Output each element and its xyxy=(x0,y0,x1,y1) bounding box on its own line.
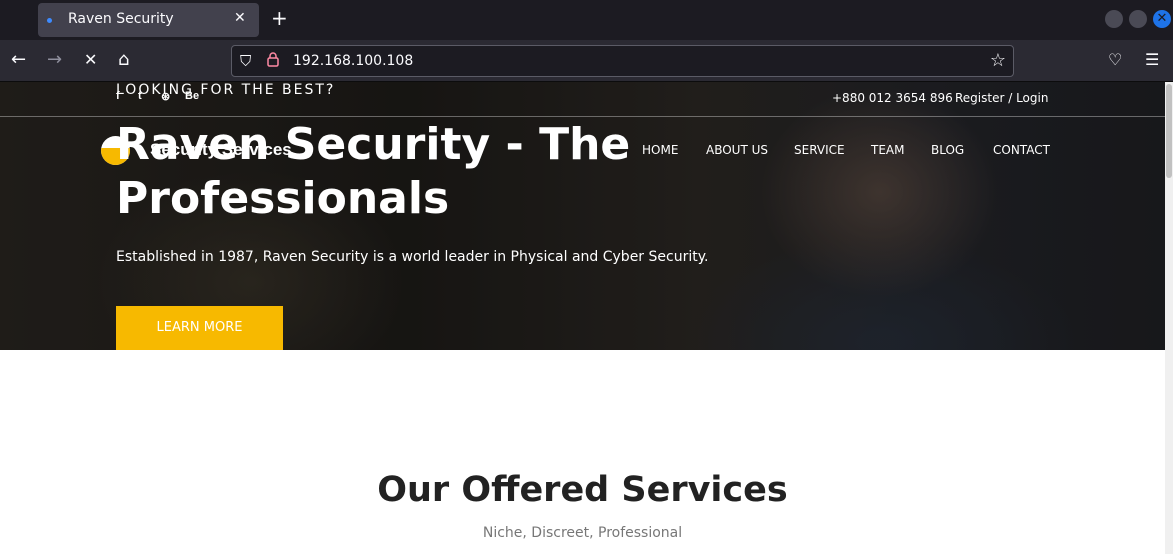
nav-service[interactable]: SERVICE xyxy=(794,143,845,157)
tab-favicon-icon xyxy=(47,18,52,23)
pocket-icon[interactable]: ♡ xyxy=(1108,50,1122,70)
services-subtitle: Niche, Discreet, Professional xyxy=(482,525,683,541)
phone-number: +880 012 3654 896 xyxy=(832,91,953,105)
back-arrow-icon[interactable]: ← xyxy=(11,50,26,70)
tracking-shield-icon[interactable]: ⛉ xyxy=(240,52,251,70)
nav-about-us[interactable]: ABOUT US xyxy=(706,143,768,157)
bookmark-star-icon[interactable]: ☆ xyxy=(990,50,1006,71)
behance-icon[interactable]: Be xyxy=(185,90,199,102)
register-login-link[interactable]: Register / Login xyxy=(955,91,1048,105)
maximize-button[interactable] xyxy=(1129,10,1147,28)
facebook-icon[interactable]: f xyxy=(116,90,120,102)
dribbble-icon[interactable]: ⊛ xyxy=(161,90,170,103)
page-scrollbar[interactable] xyxy=(1165,82,1173,554)
services-title: Our Offered Services xyxy=(377,470,788,510)
web-page: LOOKING FOR THE BEST? f t ⊛ Be +880 012 … xyxy=(0,82,1165,554)
tab-title: Raven Security xyxy=(68,11,174,27)
learn-more-button[interactable]: LEARN MORE xyxy=(116,306,283,350)
scrollbar-thumb[interactable] xyxy=(1166,84,1172,178)
new-tab-icon[interactable]: + xyxy=(271,6,288,30)
hero-kicker: LOOKING FOR THE BEST? xyxy=(116,82,336,98)
window-close-button[interactable]: ✕ xyxy=(1153,10,1171,28)
browser-toolbar: ← → ✕ ⌂ ⛉ 192.168.100.108 ☆ ♡ ☰ xyxy=(0,40,1173,82)
minimize-button[interactable] xyxy=(1105,10,1123,28)
url-text: 192.168.100.108 xyxy=(293,53,414,69)
forward-arrow-icon[interactable]: → xyxy=(47,50,62,70)
insecure-lock-icon[interactable] xyxy=(267,52,279,71)
tab-close-icon[interactable]: ✕ xyxy=(234,10,246,26)
nav-contact[interactable]: CONTACT xyxy=(993,143,1050,157)
browser-tab-bar: Raven Security ✕ + ✕ xyxy=(0,0,1173,40)
hero-subline: Established in 1987, Raven Security is a… xyxy=(116,249,709,265)
twitter-icon[interactable]: t xyxy=(138,90,142,102)
hero-headline: Raven Security - The Professionals xyxy=(116,119,631,224)
topbar-divider xyxy=(0,116,1165,117)
nav-team[interactable]: TEAM xyxy=(871,143,904,157)
hamburger-menu-icon[interactable]: ☰ xyxy=(1145,50,1159,70)
home-icon[interactable]: ⌂ xyxy=(118,50,129,70)
nav-blog[interactable]: BLOG xyxy=(931,143,964,157)
hero-banner: LOOKING FOR THE BEST? f t ⊛ Be +880 012 … xyxy=(0,82,1165,350)
stop-loading-icon[interactable]: ✕ xyxy=(84,50,97,70)
browser-tab[interactable]: Raven Security ✕ xyxy=(38,3,259,37)
url-bar[interactable]: ⛉ 192.168.100.108 ☆ xyxy=(231,45,1014,77)
